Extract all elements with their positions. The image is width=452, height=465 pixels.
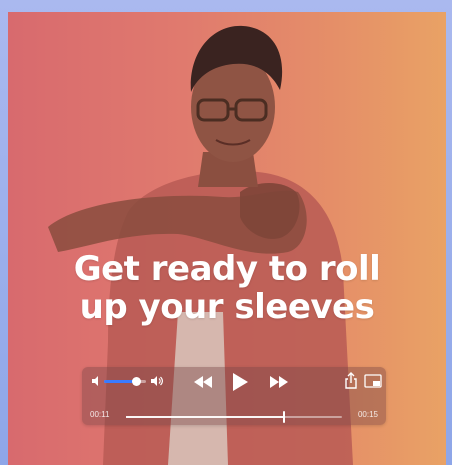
- time-elapsed: 00:11: [90, 410, 110, 419]
- volume-slider[interactable]: [104, 377, 146, 386]
- progress-fill: [126, 416, 284, 418]
- headline-line-1: Get ready to roll: [73, 249, 381, 289]
- play-button[interactable]: [230, 371, 250, 393]
- progress-scrubber[interactable]: [126, 411, 342, 423]
- picture-in-picture-button[interactable]: [364, 373, 382, 389]
- share-button[interactable]: [344, 372, 358, 390]
- rewind-button[interactable]: [192, 374, 214, 390]
- volume-knob[interactable]: [132, 377, 142, 386]
- playhead[interactable]: [282, 411, 285, 423]
- rewind-icon: [194, 376, 212, 388]
- video-headline: Get ready to roll up your sleeves: [8, 250, 446, 326]
- speaker-high-icon[interactable]: [150, 374, 164, 388]
- video-player[interactable]: Get ready to roll up your sleeves 00:11 …: [8, 12, 446, 465]
- speaker-low-icon[interactable]: [90, 374, 104, 388]
- player-controls: 00:11 00:15: [82, 367, 386, 425]
- share-icon: [345, 372, 357, 389]
- headline-line-2: up your sleeves: [79, 287, 375, 328]
- fast-forward-icon: [270, 376, 288, 388]
- time-remaining: 00:15: [357, 410, 378, 419]
- play-icon: [233, 373, 248, 391]
- fast-forward-button[interactable]: [268, 374, 290, 390]
- picture-in-picture-icon: [364, 374, 382, 388]
- page: Get ready to roll up your sleeves 00:11 …: [0, 0, 452, 465]
